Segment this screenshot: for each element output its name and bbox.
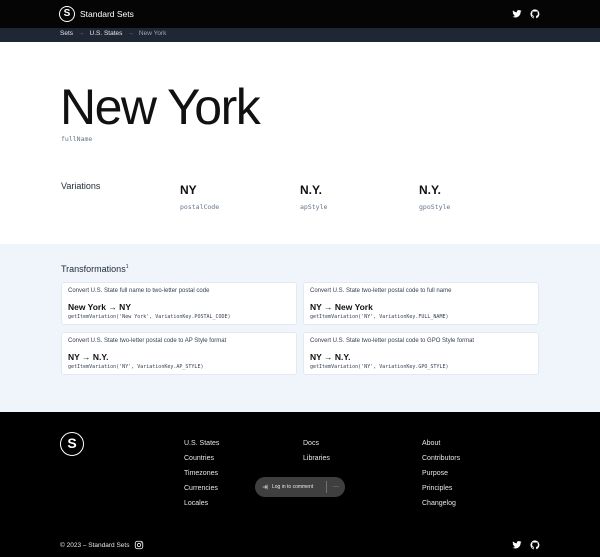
variation-key: gpoStyle <box>419 203 451 211</box>
github-icon[interactable] <box>530 9 540 19</box>
footer-link-currencies[interactable]: Currencies <box>184 484 219 499</box>
variation-ap-style: N.Y. apStyle <box>300 183 400 211</box>
breadcrumb-separator: → <box>78 30 85 37</box>
transformations-heading: Transformations1 <box>61 264 128 274</box>
login-to-comment-label[interactable]: Log in to comment <box>272 484 313 490</box>
footer-link-timezones[interactable]: Timezones <box>184 469 219 484</box>
card-description: Convert U.S. State full name to two-lett… <box>68 288 210 294</box>
standard-sets-logo-icon: S <box>59 6 75 22</box>
copyright: © 2023 – Standard Sets <box>60 540 144 550</box>
card-result: NY → New York <box>310 302 373 312</box>
github-icon[interactable] <box>530 540 540 550</box>
brand-name: Standard Sets <box>80 9 134 19</box>
comment-pill[interactable]: Log in to comment ··· <box>255 477 345 497</box>
footer-column-about: About Contributors Purpose Principles Ch… <box>422 439 460 514</box>
instagram-icon[interactable] <box>134 540 144 550</box>
footer-link-us-states[interactable]: U.S. States <box>184 439 219 454</box>
transformation-card: Convert U.S. State full name to two-lett… <box>61 282 297 325</box>
footer-social-links <box>512 540 540 550</box>
variation-key: postalCode <box>180 203 220 211</box>
transformation-card: Convert U.S. State two-letter postal cod… <box>303 282 539 325</box>
card-result: NY → N.Y. <box>68 352 109 362</box>
card-result: New York → NY <box>68 302 131 312</box>
footnote-marker[interactable]: 1 <box>126 264 129 270</box>
card-code: getItemVariation('NY', VariationKey.AP_S… <box>68 364 204 370</box>
transformation-card: Convert U.S. State two-letter postal cod… <box>303 332 539 375</box>
social-links <box>512 9 540 19</box>
footer-link-purpose[interactable]: Purpose <box>422 469 460 484</box>
variation-key: apStyle <box>300 203 328 211</box>
footer-link-about[interactable]: About <box>422 439 460 454</box>
breadcrumb-current: New York <box>138 30 167 37</box>
footer-link-docs[interactable]: Docs <box>303 439 330 454</box>
brand-link[interactable]: S Standard Sets <box>59 6 134 22</box>
title-key-label: fullName <box>61 135 93 143</box>
twitter-icon[interactable] <box>512 9 522 19</box>
footer-column-sets: U.S. States Countries Timezones Currenci… <box>184 439 219 514</box>
breadcrumb-us-states[interactable]: U.S. States <box>90 30 123 37</box>
breadcrumb-separator: → <box>127 30 134 37</box>
variation-postal-code: NY postalCode <box>180 183 280 211</box>
variation-value: N.Y. <box>300 183 323 197</box>
variation-gpo-style: N.Y. gpoStyle <box>419 183 519 211</box>
twitter-icon[interactable] <box>512 540 522 550</box>
copyright-text: © 2023 – Standard Sets <box>60 541 130 549</box>
login-arrow-icon <box>262 484 268 490</box>
footer-link-locales[interactable]: Locales <box>184 499 219 514</box>
footer-link-contributors[interactable]: Contributors <box>422 454 460 469</box>
card-description: Convert U.S. State two-letter postal cod… <box>310 338 475 344</box>
card-result: NY → N.Y. <box>310 352 351 362</box>
footer-column-docs: Docs Libraries <box>303 439 330 469</box>
footer-link-countries[interactable]: Countries <box>184 454 219 469</box>
card-code: getItemVariation('New York', VariationKe… <box>68 314 231 320</box>
page-title: New York <box>60 79 261 135</box>
breadcrumb: Sets → U.S. States → New York <box>0 28 600 42</box>
variation-value: N.Y. <box>419 183 442 197</box>
transformation-card: Convert U.S. State two-letter postal cod… <box>61 332 297 375</box>
card-code: getItemVariation('NY', VariationKey.FULL… <box>310 314 449 320</box>
footer-link-principles[interactable]: Principles <box>422 484 460 499</box>
variation-value: NY <box>180 183 197 197</box>
card-description: Convert U.S. State two-letter postal cod… <box>310 288 452 294</box>
footer-link-changelog[interactable]: Changelog <box>422 499 460 514</box>
footer-logo-icon[interactable]: S <box>60 432 84 456</box>
more-options-icon[interactable]: ··· <box>326 481 339 493</box>
card-code: getItemVariation('NY', VariationKey.GPO_… <box>310 364 449 370</box>
breadcrumb-sets[interactable]: Sets <box>60 30 73 37</box>
variations-heading: Variations <box>61 181 101 191</box>
footer-link-libraries[interactable]: Libraries <box>303 454 330 469</box>
top-navbar: S Standard Sets <box>0 0 600 28</box>
transformations-title: Transformations <box>61 264 126 274</box>
card-description: Convert U.S. State two-letter postal cod… <box>68 338 227 344</box>
